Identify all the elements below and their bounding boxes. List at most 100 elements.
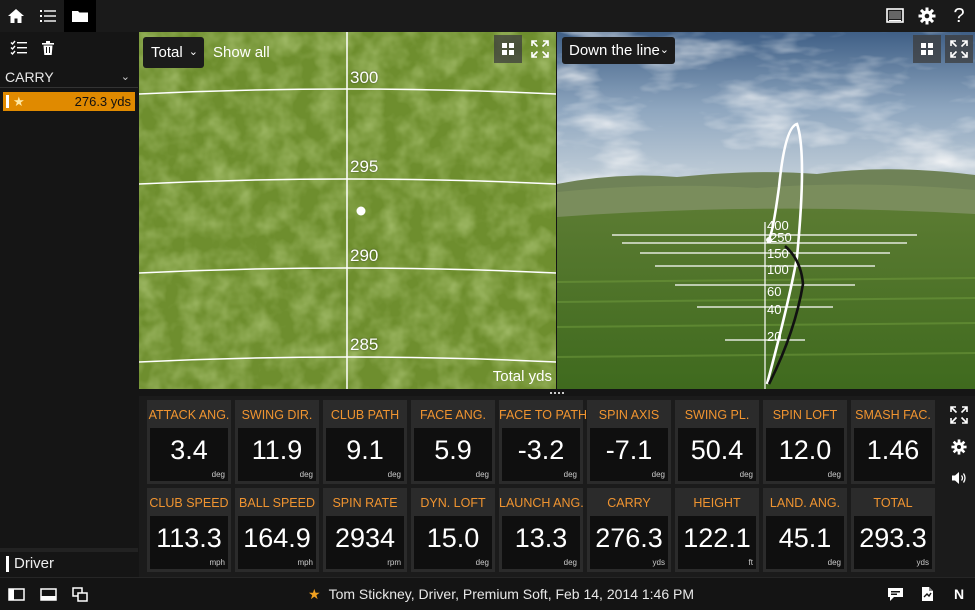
grid-layout-icon[interactable] <box>913 35 941 63</box>
metric-tile[interactable]: SWING PL. 50.4 deg <box>675 400 759 484</box>
metric-unit: mph <box>297 558 313 567</box>
metric-label: BALL SPEED <box>239 496 315 510</box>
view-select[interactable]: Down the line ⌄ <box>562 37 675 64</box>
speaker-icon[interactable] <box>944 463 974 493</box>
metric-value: 2934 <box>334 523 396 553</box>
metric-tile[interactable]: CARRY 276.3 yds <box>587 488 671 572</box>
chevron-down-icon: ⌄ <box>188 46 198 58</box>
measure-select-value: Total <box>151 44 183 61</box>
metric-value-box: 1.46 <box>854 428 932 481</box>
metric-value-box: 113.3 mph <box>150 516 228 569</box>
metric-value-box: 9.1 deg <box>326 428 404 481</box>
distance-label: 40 <box>767 302 781 317</box>
chevron-down-icon: ⌄ <box>659 44 669 56</box>
metric-value: 293.3 <box>859 523 927 553</box>
trash-icon[interactable] <box>32 32 64 64</box>
fairway-top-view <box>139 32 556 389</box>
metric-tile[interactable]: BALL SPEED 164.9 mph <box>235 488 319 572</box>
club-item[interactable]: Driver <box>0 548 138 577</box>
metric-label: LAND. ANG. <box>769 496 841 510</box>
metric-value-box: 11.9 deg <box>238 428 316 481</box>
metric-label: CARRY <box>607 496 651 510</box>
shot-info-label: Tom Stickney, Driver, Premium Soft, Feb … <box>328 586 695 602</box>
metric-label: TOTAL <box>873 496 913 510</box>
expand-icon[interactable] <box>526 35 554 63</box>
panel-splitter-handle[interactable] <box>550 391 564 395</box>
metric-value: -7.1 <box>605 435 653 465</box>
metric-tile[interactable]: LAUNCH ANG. 13.3 deg <box>499 488 584 572</box>
metric-tile[interactable]: CLUB SPEED 113.3 mph <box>147 488 231 572</box>
shot-list-item[interactable]: ★ 276.3 yds <box>3 92 135 111</box>
trajectory-3d-view: 400 250 150 100 60 40 20 <box>557 32 975 389</box>
parameter-select-value: CARRY <box>5 69 54 85</box>
metric-unit: deg <box>827 470 841 479</box>
comment-icon[interactable] <box>879 578 911 610</box>
metric-value: 276.3 <box>595 523 663 553</box>
metric-tile[interactable]: FACE TO PATH -3.2 deg <box>499 400 587 484</box>
gear-icon[interactable] <box>911 0 943 32</box>
windows-icon[interactable] <box>64 578 96 610</box>
distance-label: 250 <box>770 230 792 245</box>
metric-value-box: 15.0 deg <box>414 516 492 569</box>
metric-tile[interactable]: CLUB PATH 9.1 deg <box>323 400 407 484</box>
metric-unit: deg <box>827 558 841 567</box>
metric-tile[interactable]: SPIN AXIS -7.1 deg <box>587 400 671 484</box>
metric-label: FACE TO PATH <box>499 408 587 422</box>
metric-tile[interactable]: SPIN LOFT 12.0 deg <box>763 400 847 484</box>
metric-value-box: -7.1 deg <box>590 428 668 481</box>
units-label: Total yds <box>492 368 552 385</box>
metric-value-box: 50.4 deg <box>678 428 756 481</box>
measure-select[interactable]: Total ⌄ <box>143 37 204 68</box>
chevron-down-icon: ⌄ <box>120 71 130 83</box>
gear-icon[interactable] <box>944 432 974 462</box>
status-bar: ★ Tom Stickney, Driver, Premium Soft, Feb… <box>0 577 975 610</box>
metric-value-box: -3.2 deg <box>502 428 580 481</box>
screen-icon[interactable] <box>879 0 911 32</box>
checklist-icon[interactable] <box>2 32 34 64</box>
metric-unit: deg <box>299 470 313 479</box>
metric-tile[interactable]: SMASH FAC. 1.46 <box>851 400 935 484</box>
metric-label: SPIN LOFT <box>772 408 838 422</box>
metric-value-box: 13.3 deg <box>502 516 580 569</box>
sidebar-tools <box>0 32 138 66</box>
metric-tile[interactable]: DYN. LOFT 15.0 deg <box>411 488 495 572</box>
home-icon[interactable] <box>0 0 32 32</box>
bottom-panel-toggle-icon[interactable] <box>32 578 64 610</box>
metric-value: 1.46 <box>866 435 920 465</box>
shot-carry-value: 276.3 yds <box>74 94 131 109</box>
metric-value-box: 276.3 yds <box>590 516 668 569</box>
metric-tile[interactable]: LAND. ANG. 45.1 deg <box>763 488 847 572</box>
metric-tile[interactable]: HEIGHT 122.1 ft <box>675 488 759 572</box>
folder-icon[interactable] <box>64 0 96 32</box>
star-icon: ★ <box>13 94 25 109</box>
metric-value: 164.9 <box>243 523 311 553</box>
down-the-line-panel[interactable]: 400 250 150 100 60 40 20 Down the line ⌄ <box>557 32 975 389</box>
metric-unit: deg <box>651 470 665 479</box>
top-view-panel[interactable]: 300 295 290 285 Total ⌄ Show all Total y… <box>139 32 556 389</box>
metric-unit: deg <box>211 470 225 479</box>
distance-label: 60 <box>767 284 781 299</box>
metric-tile[interactable]: SPIN RATE 2934 rpm <box>323 488 407 572</box>
star-icon: ★ <box>308 586 321 602</box>
metric-tile[interactable]: FACE ANG. 5.9 deg <box>411 400 495 484</box>
metric-value: 113.3 <box>156 523 222 553</box>
list-icon[interactable] <box>32 0 64 32</box>
document-icon[interactable] <box>911 578 943 610</box>
metric-tile[interactable]: SWING DIR. 11.9 deg <box>235 400 319 484</box>
help-icon[interactable]: ? <box>943 0 975 32</box>
show-all-toggle[interactable]: Show all <box>213 44 270 61</box>
north-indicator[interactable]: N <box>943 578 975 610</box>
metric-value: 15.0 <box>426 523 480 553</box>
shot-indicator-bar <box>6 95 9 108</box>
club-indicator-bar <box>6 556 9 572</box>
parameter-select[interactable]: CARRY ⌄ <box>0 68 138 88</box>
metric-label: FACE ANG. <box>420 408 486 422</box>
metric-value: 3.4 <box>170 435 208 465</box>
metric-tile[interactable]: TOTAL 293.3 yds <box>851 488 935 572</box>
metric-value: -3.2 <box>517 435 565 465</box>
expand-icon[interactable] <box>945 35 973 63</box>
sidebar-toggle-icon[interactable] <box>0 578 32 610</box>
grid-layout-icon[interactable] <box>494 35 522 63</box>
metric-tile[interactable]: ATTACK ANG. 3.4 deg <box>147 400 231 484</box>
fullscreen-icon[interactable] <box>944 400 974 430</box>
